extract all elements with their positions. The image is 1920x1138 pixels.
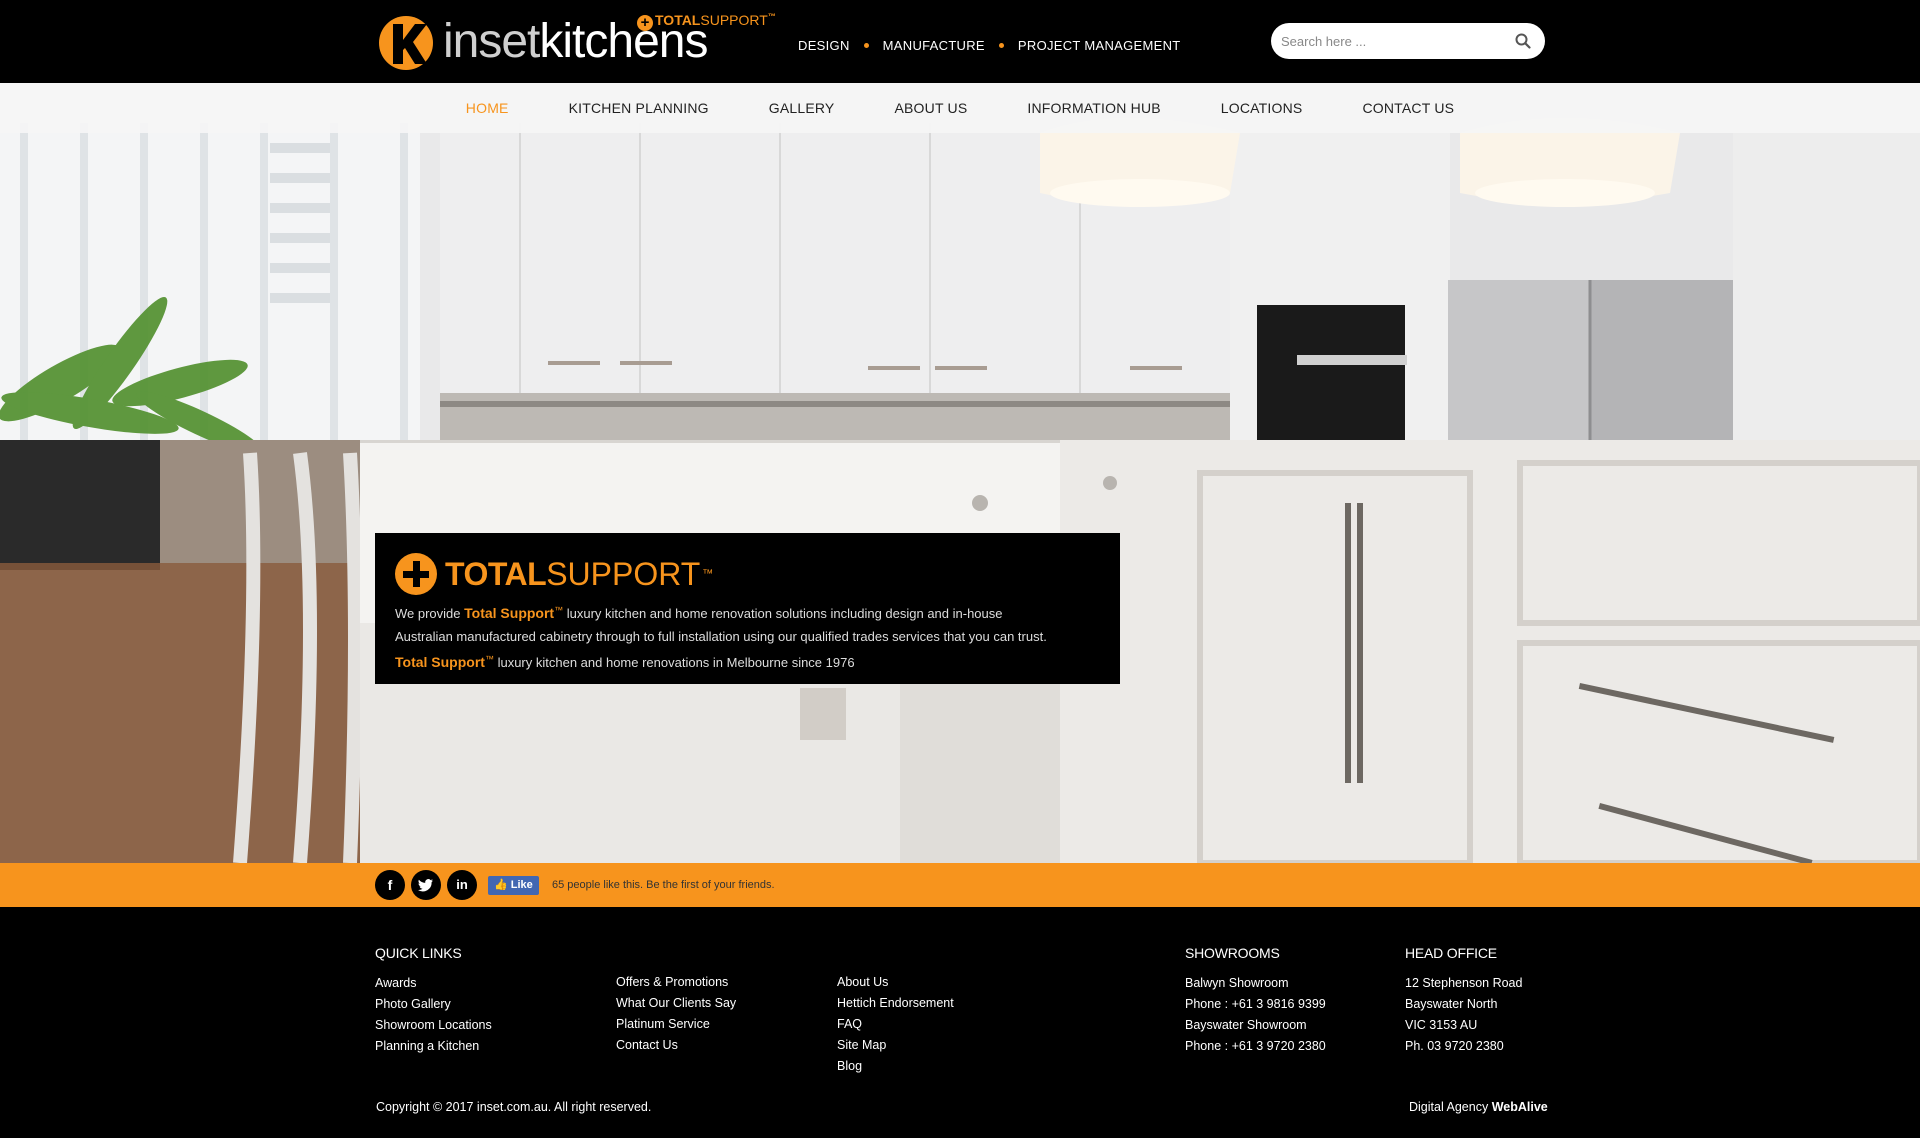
- kitchen-photo: [0, 83, 1920, 863]
- agency-name: WebAlive: [1491, 1100, 1548, 1114]
- ib-tm: ™: [702, 568, 714, 580]
- footer-link[interactable]: About Us: [837, 972, 954, 993]
- ib-line-3: Total Support™ luxury kitchen and home r…: [395, 648, 1100, 674]
- ib-total-text: TOTAL: [445, 555, 547, 592]
- footer-link[interactable]: Contact Us: [616, 1035, 736, 1056]
- site-footer: QUICK LINKS Awards Photo Gallery Showroo…: [0, 907, 1920, 1138]
- total-support-description: We provide Total Support™ luxury kitchen…: [395, 599, 1100, 674]
- footer-link[interactable]: Photo Gallery: [375, 994, 492, 1015]
- ib-line1-suffix: luxury kitchen and home renovation solut…: [566, 606, 1003, 621]
- logo-total-support: + TOTALSUPPORT™: [637, 12, 776, 31]
- footer-link[interactable]: Hettich Endorsement: [837, 993, 954, 1014]
- main-nav: HOME KITCHEN PLANNING GALLERY ABOUT US I…: [0, 83, 1920, 133]
- ib-highlight-tm: ™: [554, 605, 564, 615]
- site-logo[interactable]: insetkitchens + TOTALSUPPORT™: [375, 10, 776, 74]
- tagline-dot: [998, 43, 1004, 48]
- nav-contact-us[interactable]: CONTACT US: [1362, 100, 1454, 116]
- footer-link[interactable]: FAQ: [837, 1014, 954, 1035]
- footer-link[interactable]: Offers & Promotions: [616, 972, 736, 993]
- ib-highlight-tm-2: ™: [484, 654, 494, 664]
- logo-k-icon: [379, 16, 433, 70]
- nav-locations[interactable]: LOCATIONS: [1221, 100, 1303, 116]
- showrooms-list: Balwyn Showroom Phone : +61 3 9816 9399 …: [1185, 973, 1326, 1057]
- nav-home[interactable]: HOME: [466, 100, 509, 116]
- footer-link[interactable]: Showroom Locations: [375, 1015, 492, 1036]
- ib-line-2: Australian manufactured cabinetry throug…: [395, 629, 1047, 644]
- quick-links-col-3: About Us Hettich Endorsement FAQ Site Ma…: [837, 972, 954, 1077]
- showroom-line: Phone : +61 3 9720 2380: [1185, 1039, 1326, 1053]
- footer-link[interactable]: Site Map: [837, 1035, 954, 1056]
- footer-link[interactable]: Planning a Kitchen: [375, 1036, 492, 1057]
- tagline-manufacture: MANUFACTURE: [882, 38, 985, 53]
- plus-icon: +: [637, 15, 653, 31]
- copyright-text: Copyright © 2017 inset.com.au. All right…: [376, 1100, 652, 1114]
- showroom-line: Bayswater Showroom: [1185, 1018, 1307, 1032]
- total-support-logo: TOTAL SUPPORT ™: [395, 553, 1100, 595]
- ib-support-text: SUPPORT: [546, 555, 701, 592]
- footer-link[interactable]: What Our Clients Say: [616, 993, 736, 1014]
- plus-icon: [395, 553, 437, 595]
- ib-highlight-2: Total Support: [395, 654, 485, 670]
- site-header: insetkitchens + TOTALSUPPORT™ DESIGN MANU…: [0, 0, 1920, 83]
- ib-line-1: We provide Total Support™ luxury kitchen…: [395, 599, 1100, 625]
- head-office-line: Ph. 03 9720 2380: [1405, 1039, 1504, 1053]
- tagline-dot: [863, 43, 869, 48]
- linkedin-icon[interactable]: in: [447, 870, 477, 900]
- fb-like-label: Like: [510, 879, 533, 891]
- social-bar: f in 👍 Like 65 people like this. Be the …: [0, 863, 1920, 907]
- quick-links-col-2: Offers & Promotions What Our Clients Say…: [616, 972, 736, 1056]
- tagline-design: DESIGN: [798, 38, 850, 53]
- head-office-heading: HEAD OFFICE: [1405, 945, 1497, 961]
- hero-image: [0, 83, 1920, 863]
- showrooms-heading: SHOWROOMS: [1185, 945, 1280, 961]
- footer-link[interactable]: Blog: [837, 1056, 954, 1077]
- quick-links-heading: QUICK LINKS: [375, 945, 462, 961]
- head-office-line: VIC 3153 AU: [1405, 1018, 1478, 1032]
- ib-line3-suffix: luxury kitchen and home renovations in M…: [497, 655, 855, 670]
- nav-gallery[interactable]: GALLERY: [769, 100, 835, 116]
- search-input[interactable]: [1281, 30, 1501, 52]
- total-support-box: TOTAL SUPPORT ™ We provide Total Support™ …: [375, 533, 1120, 684]
- logo-total-text: TOTAL: [655, 12, 701, 28]
- head-office-list: 12 Stephenson Road Bayswater North VIC 3…: [1405, 973, 1522, 1057]
- logo-tm: ™: [767, 12, 776, 21]
- head-office-line: 12 Stephenson Road: [1405, 976, 1523, 990]
- search-box: [1271, 23, 1545, 59]
- facebook-like-button[interactable]: 👍 Like: [488, 876, 539, 895]
- tagline-project-management: PROJECT MANAGEMENT: [1017, 38, 1181, 53]
- agency-prefix: Digital Agency: [1409, 1100, 1489, 1114]
- search-icon[interactable]: [1515, 33, 1531, 49]
- ib-highlight: Total Support: [464, 605, 555, 621]
- nav-information-hub[interactable]: INFORMATION HUB: [1027, 100, 1160, 116]
- ib-line1-prefix: We provide: [395, 606, 461, 621]
- twitter-icon[interactable]: [411, 870, 441, 900]
- nav-kitchen-planning[interactable]: KITCHEN PLANNING: [569, 100, 709, 116]
- footer-link[interactable]: Awards: [375, 973, 492, 994]
- logo-inset-text: inset: [443, 15, 540, 68]
- header-tagline: DESIGN MANUFACTURE PROJECT MANAGEMENT: [798, 38, 1181, 53]
- logo-support-text: SUPPORT: [700, 12, 768, 28]
- facebook-like-count: 65 people like this. Be the first of you…: [552, 879, 775, 891]
- agency-credit[interactable]: Digital Agency WebAlive: [1409, 1100, 1548, 1114]
- showroom-line: Balwyn Showroom: [1185, 976, 1289, 990]
- showroom-line: Phone : +61 3 9816 9399: [1185, 997, 1326, 1011]
- quick-links-col-1: Awards Photo Gallery Showroom Locations …: [375, 973, 492, 1057]
- facebook-icon[interactable]: f: [375, 870, 405, 900]
- nav-about-us[interactable]: ABOUT US: [894, 100, 967, 116]
- footer-link[interactable]: Platinum Service: [616, 1014, 736, 1035]
- twitter-bird-glyph: [418, 879, 433, 892]
- head-office-line: Bayswater North: [1405, 997, 1498, 1011]
